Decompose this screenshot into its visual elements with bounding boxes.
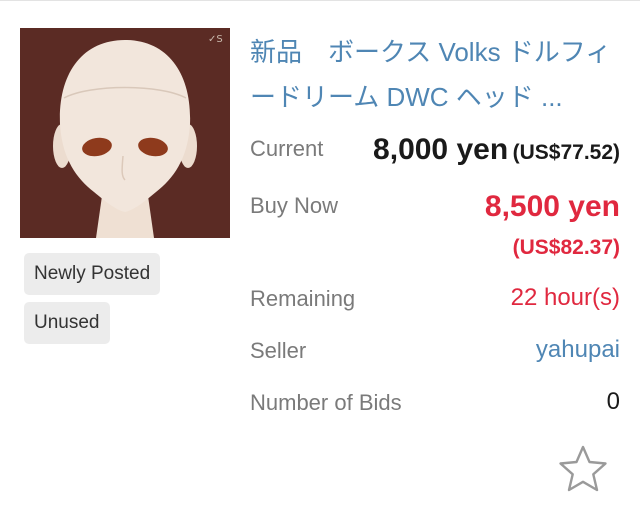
top-divider — [0, 0, 640, 1]
current-price-yen: 8,000 yen — [373, 133, 509, 166]
watchlist-star-icon — [559, 445, 607, 492]
buy-now-row: Buy Now 8,500 yen (US$82.37) — [250, 190, 620, 270]
seller-row: Seller yahupai — [250, 336, 620, 368]
bids-row: Number of Bids 0 — [250, 388, 620, 420]
buy-now-price-yen: 8,500 yen — [484, 190, 620, 223]
star-outline-icon[interactable] — [557, 444, 609, 494]
remaining-value: 22 hour(s) — [510, 284, 620, 311]
current-price-row: Current 8,000 yen (US$77.52) — [250, 133, 620, 173]
listing-title-link[interactable]: 新品 ボークス Volks ドルフィードリーム DWC ヘッド ... — [250, 30, 625, 120]
remaining-row: Remaining 22 hour(s) — [250, 284, 620, 316]
current-label: Current — [250, 136, 324, 161]
buy-now-price-usd: (US$82.37) — [512, 236, 620, 259]
current-price-usd: (US$77.52) — [512, 141, 620, 164]
svg-text:✓S: ✓S — [208, 34, 223, 45]
remaining-label: Remaining — [250, 286, 356, 311]
seller-label: Seller — [250, 338, 307, 363]
bids-value: 0 — [606, 388, 620, 415]
badge-unused: Unused — [24, 302, 110, 344]
product-thumbnail[interactable]: ✓S — [20, 28, 230, 238]
badge-newly-posted: Newly Posted — [24, 253, 161, 295]
buy-now-label: Buy Now — [250, 193, 339, 218]
current-price: 8,000 yen (US$77.52) — [373, 133, 620, 167]
bids-label: Number of Bids — [250, 390, 402, 415]
doll-head-image: ✓S — [20, 28, 230, 238]
seller-link[interactable]: yahupai — [536, 336, 620, 364]
